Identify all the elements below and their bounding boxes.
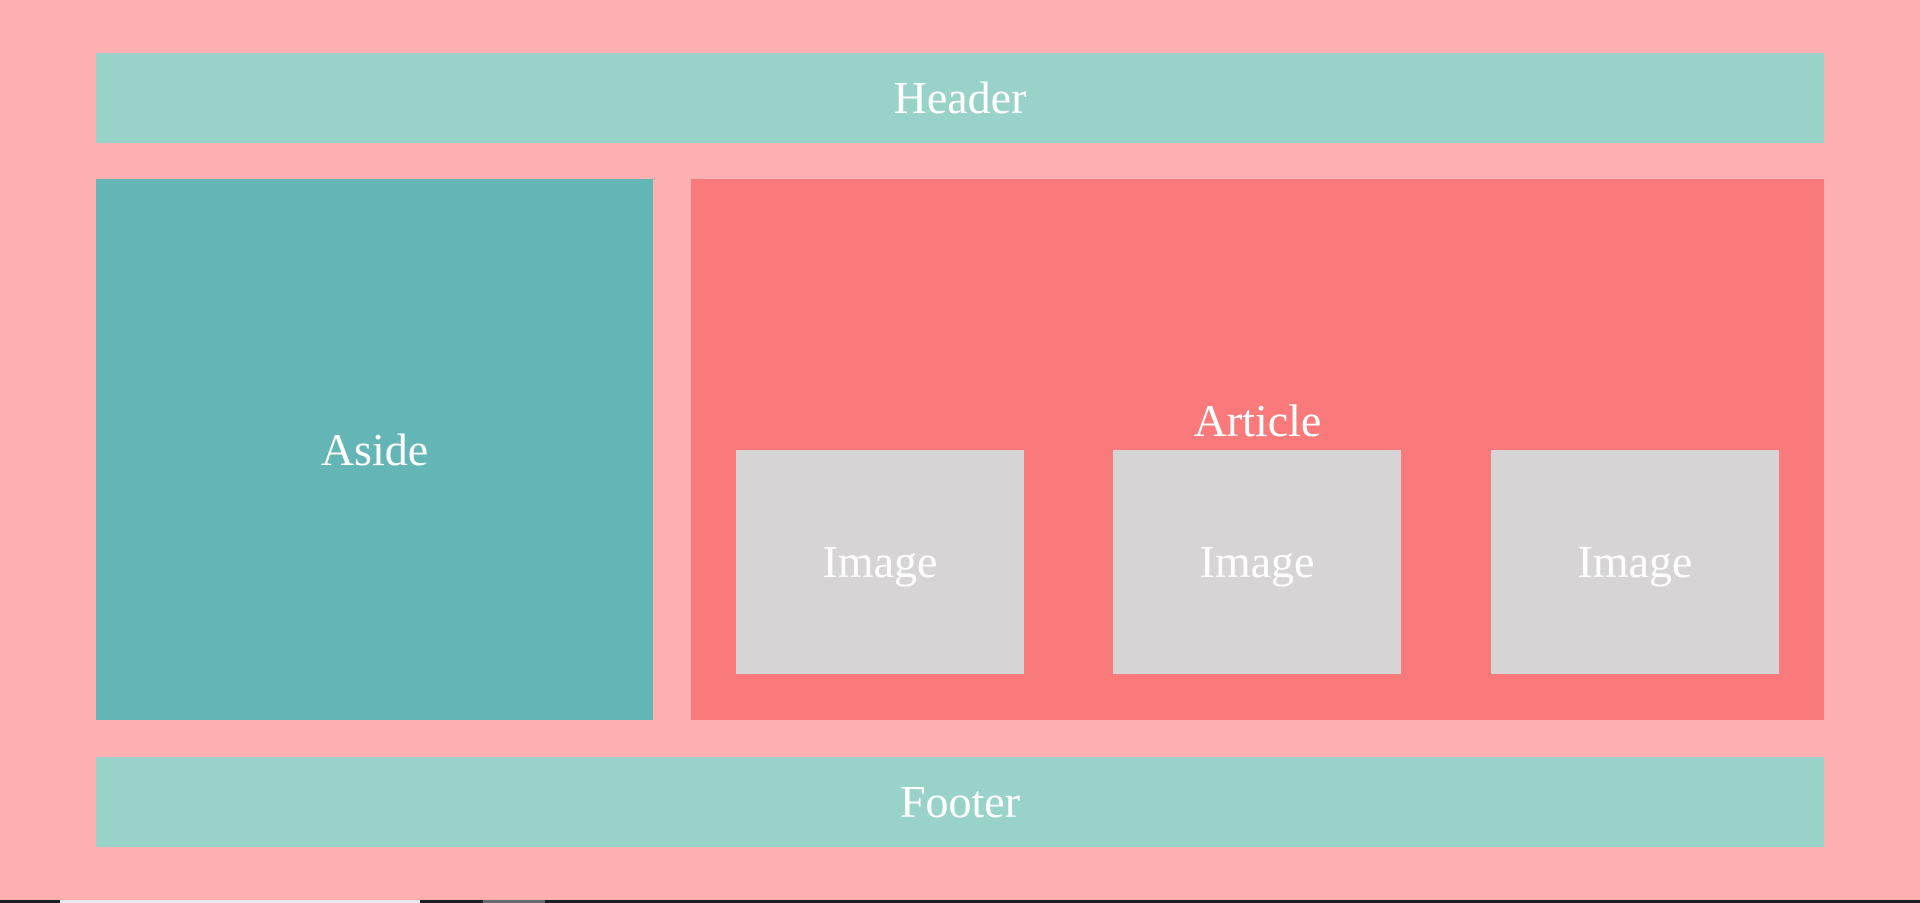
image-label: Image (822, 536, 938, 587)
article: Article Image Image Image (691, 179, 1824, 720)
article-label: Article (1193, 395, 1322, 446)
aside: Aside (96, 179, 653, 720)
image-placeholder-2: Image (1113, 450, 1401, 674)
header-label: Header (893, 72, 1027, 123)
image-label: Image (1577, 536, 1693, 587)
aside-label: Aside (320, 423, 429, 475)
image-placeholder-3: Image (1491, 450, 1779, 674)
image-label: Image (1199, 536, 1315, 587)
footer: Footer (96, 757, 1824, 847)
page-layout: Header Aside Article Image Image Image F… (0, 0, 1920, 900)
image-placeholder-1: Image (736, 450, 1024, 674)
footer-label: Footer (899, 776, 1021, 827)
header: Header (96, 53, 1824, 143)
